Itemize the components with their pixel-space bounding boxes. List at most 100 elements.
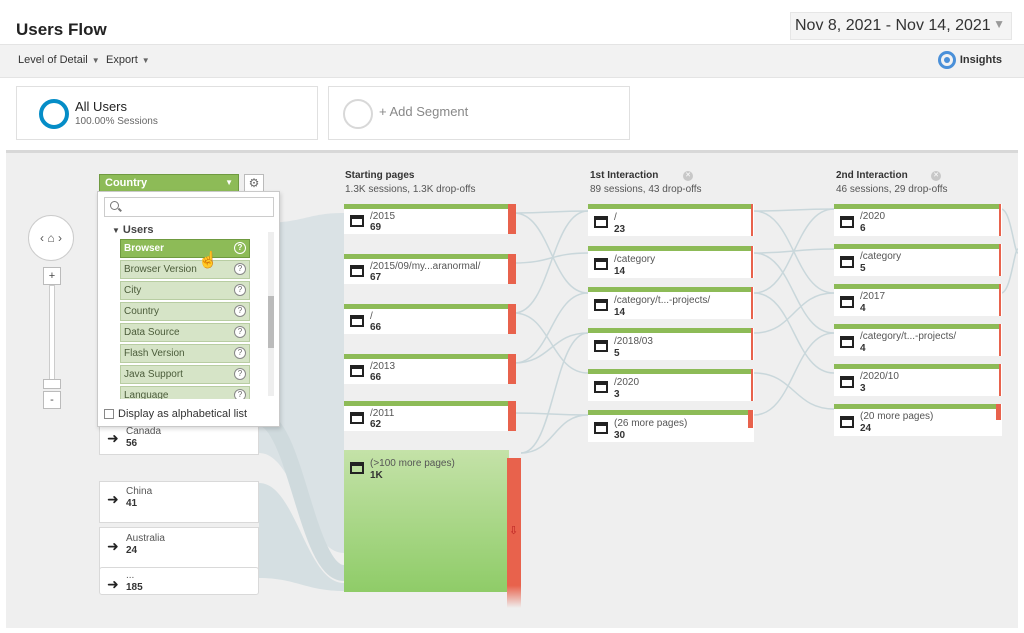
home-icon: ‹ ⌂ › xyxy=(40,231,62,245)
page-node-more-pages[interactable]: (>100 more pages) 1K xyxy=(344,450,509,592)
page-node[interactable]: /2020/10 3 xyxy=(834,364,1002,396)
dimension-item-country[interactable]: Country? xyxy=(120,302,250,321)
column-title-2nd-interaction: 2nd Interaction xyxy=(836,170,908,181)
page-count: 4 xyxy=(860,343,866,354)
page-name: /2011 xyxy=(370,408,395,419)
page-node[interactable]: /category 14 xyxy=(588,246,754,278)
dimension-item-data-source[interactable]: Data Source? xyxy=(120,323,250,342)
page-title: Users Flow xyxy=(16,20,107,39)
zoom-out-button[interactable]: - xyxy=(43,391,61,409)
segment-sessions: 100.00% Sessions xyxy=(75,116,158,127)
dimension-list-scrollbar[interactable] xyxy=(268,232,274,396)
dimension-group[interactable]: ▼ Users xyxy=(112,224,154,236)
page-node[interactable]: /2020 3 xyxy=(588,369,754,401)
arrow-icon: ➜ xyxy=(107,538,119,554)
page-name: (>100 more pages) xyxy=(370,458,455,469)
pan-control[interactable]: ‹ ⌂ › xyxy=(28,215,74,261)
chevron-down-icon: ▼ xyxy=(91,56,100,65)
page-name: / xyxy=(614,212,617,223)
country-node-canada[interactable]: ➜ Canada 56 xyxy=(99,425,259,455)
help-icon[interactable]: ? xyxy=(234,305,246,317)
dropoff-bar xyxy=(999,284,1001,316)
help-icon[interactable]: ? xyxy=(234,389,246,399)
traffic-bar xyxy=(834,244,1000,249)
dimension-item-browser-version[interactable]: Browser Version? xyxy=(120,260,250,279)
zoom-slider-thumb[interactable] xyxy=(43,379,61,389)
help-icon[interactable]: ? xyxy=(234,326,246,338)
page-node[interactable]: /2017 4 xyxy=(834,284,1002,316)
insights-button[interactable]: Insights xyxy=(937,51,1002,69)
export-button[interactable]: Export ▼ xyxy=(106,54,150,66)
level-of-detail-button[interactable]: Level of Detail ▼ xyxy=(18,54,100,66)
help-icon[interactable]: ? xyxy=(234,368,246,380)
dimension-item-language[interactable]: Language? xyxy=(120,386,250,399)
page-node[interactable]: (20 more pages) 24 xyxy=(834,404,1002,436)
page-node[interactable]: /category/t...-projects/ 14 xyxy=(588,287,754,319)
segment-all-users[interactable]: All Users 100.00% Sessions xyxy=(16,86,318,140)
dropoff-bar xyxy=(751,369,753,401)
page-icon xyxy=(350,365,364,377)
column-sub-1st-interaction: 89 sessions, 43 drop-offs xyxy=(590,184,702,195)
dropoff-bar xyxy=(748,410,753,428)
page-name: /2020 xyxy=(614,377,640,388)
zoom-slider-track[interactable] xyxy=(49,285,55,385)
page-node[interactable]: /2018/03 5 xyxy=(588,328,754,360)
flow-canvas[interactable]: ‹ ⌂ › + - ➜ Canada 56 ➜ China 41 ➜ Austr… xyxy=(6,150,1018,628)
page-node[interactable]: /2020 6 xyxy=(834,204,1002,236)
page-icon xyxy=(594,216,608,228)
scrollbar-thumb[interactable] xyxy=(268,296,274,348)
page-node[interactable]: /category 5 xyxy=(834,244,1002,276)
dimension-item-label: City xyxy=(124,285,142,296)
date-range-value: Nov 8, 2021 - Nov 14, 2021 xyxy=(795,17,991,34)
help-icon[interactable]: ? xyxy=(234,347,246,359)
page-icon xyxy=(840,256,854,268)
page-icon xyxy=(840,296,854,308)
date-range-picker[interactable]: Nov 8, 2021 - Nov 14, 2021 ▼ xyxy=(790,12,1012,40)
country-node-other[interactable]: ➜ ... 185 xyxy=(99,567,259,595)
dropoff-bar xyxy=(999,204,1001,236)
page-count: 62 xyxy=(370,419,382,430)
country-node-china[interactable]: ➜ China 41 xyxy=(99,481,259,523)
page-icon xyxy=(840,336,854,348)
dropoff-bar xyxy=(999,244,1001,276)
page-node[interactable]: /2015/09/my...aranormal/ 67 xyxy=(344,254,516,284)
page-name: /2020 xyxy=(860,211,886,222)
dropoff-bar[interactable]: ⇩ xyxy=(507,458,521,608)
dimension-search-input[interactable] xyxy=(104,197,274,217)
page-node[interactable]: / 66 xyxy=(344,304,516,334)
page-node[interactable]: /2013 66 xyxy=(344,354,516,384)
page-icon xyxy=(594,422,608,434)
page-node[interactable]: / 23 xyxy=(588,204,754,236)
page-node[interactable]: /2015 69 xyxy=(344,204,516,234)
page-name: /category xyxy=(860,251,902,262)
dimension-item-java-support[interactable]: Java Support? xyxy=(120,365,250,384)
country-name: Australia xyxy=(126,533,165,544)
page-node[interactable]: /category/t...-projects/ 4 xyxy=(834,324,1002,356)
page-name: /2015/09/my...aranormal/ xyxy=(370,261,481,272)
dimension-item-flash-version[interactable]: Flash Version? xyxy=(120,344,250,363)
page-node[interactable]: (26 more pages) 30 xyxy=(588,410,754,442)
help-icon[interactable]: ? xyxy=(234,284,246,296)
traffic-bar xyxy=(588,410,750,415)
page-count: 24 xyxy=(860,423,872,434)
dimension-item-city[interactable]: City? xyxy=(120,281,250,300)
remove-step-icon[interactable]: ✕ xyxy=(931,171,941,181)
add-segment-button[interactable]: + Add Segment xyxy=(328,86,630,140)
help-icon[interactable]: ? xyxy=(234,263,246,275)
page-node[interactable]: /2011 62 xyxy=(344,401,516,431)
zoom-in-button[interactable]: + xyxy=(43,267,61,285)
page-name: /2017 xyxy=(860,291,886,302)
page-name: /category xyxy=(614,254,656,265)
traffic-bar xyxy=(588,287,752,292)
remove-step-icon[interactable]: ✕ xyxy=(683,171,693,181)
page-count: 6 xyxy=(860,223,866,234)
page-name: /2015 xyxy=(370,211,396,222)
country-node-australia[interactable]: ➜ Australia 24 xyxy=(99,527,259,571)
help-icon[interactable]: ? xyxy=(234,242,246,254)
page-name: /2013 xyxy=(370,361,396,372)
alphabetical-list-checkbox[interactable]: Display as alphabetical list xyxy=(104,408,247,420)
page-name: (26 more pages) xyxy=(614,418,688,429)
dimension-item-browser[interactable]: Browser? xyxy=(120,239,250,258)
page-icon xyxy=(350,265,364,277)
page-name: /2020/10 xyxy=(860,371,899,382)
